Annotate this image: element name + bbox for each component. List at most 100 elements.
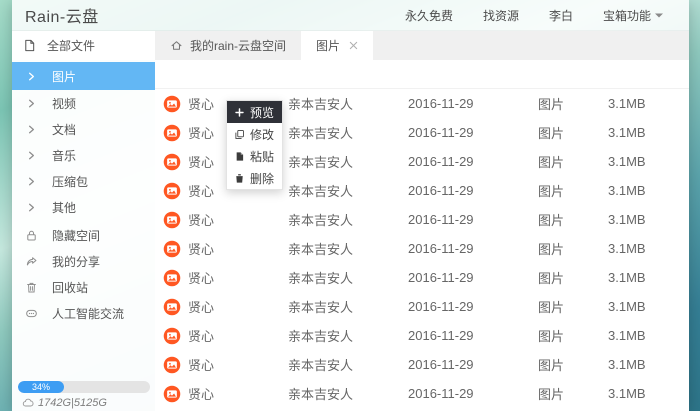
file-modified-time: 2016-11-29: [408, 328, 538, 343]
image-file-icon: [163, 385, 181, 403]
chat-icon: [25, 307, 38, 320]
tab[interactable]: 图片: [301, 31, 373, 60]
sidebar-item[interactable]: 文档: [12, 116, 155, 142]
sidebar-item-label: 音乐: [52, 147, 76, 164]
chevron-right-icon: [25, 123, 38, 136]
file-size: 3.1MB: [608, 183, 689, 198]
share-icon: [25, 255, 38, 268]
file-size: 3.1MB: [608, 299, 689, 314]
file-type: 图片: [538, 297, 608, 316]
image-file-icon: [163, 95, 181, 113]
context-menu: 预览 修改 粘贴 删除: [226, 100, 283, 190]
file-modified-time: 2016-11-29: [408, 96, 538, 111]
table-row[interactable]: 贤心 亲本吉安人 2016-11-29 图片 3.1MB: [155, 292, 689, 321]
file-name: 贤心: [188, 94, 214, 113]
context-menu-item-label: 修改: [250, 126, 274, 143]
top-nav-item[interactable]: 李白: [549, 7, 573, 24]
top-nav-item[interactable]: 宝箱功能: [603, 7, 663, 24]
file-size: 3.1MB: [608, 357, 689, 372]
file-size: 3.1MB: [608, 212, 689, 227]
lock-icon: [25, 229, 38, 242]
tab[interactable]: 我的rain-云盘空间: [155, 31, 301, 60]
file-modified-time: 2016-11-29: [408, 386, 538, 401]
main-panel: 我的rain-云盘空间 图片 贤心 亲本吉安人 2016-11-29 图片 3.…: [155, 31, 689, 411]
chevron-right-icon: [25, 70, 38, 83]
context-menu-item-label: 预览: [250, 104, 274, 121]
chevron-right-icon: [25, 149, 38, 162]
file-name: 贤心: [188, 210, 214, 229]
file-size: 3.1MB: [608, 328, 689, 343]
file-name: 贤心: [188, 123, 214, 142]
sidebar-item[interactable]: 人工智能交流: [12, 300, 155, 326]
storage-progress-fill: 34%: [18, 381, 64, 393]
chevron-right-icon: [25, 97, 38, 110]
table-row[interactable]: 贤心 亲本吉安人 2016-11-29 图片 3.1MB: [155, 234, 689, 263]
image-file-icon: [163, 356, 181, 374]
file-name: 贤心: [188, 239, 214, 258]
table-row[interactable]: 贤心 亲本吉安人 2016-11-29 图片 3.1MB: [155, 350, 689, 379]
sidebar-item[interactable]: 其他: [12, 194, 155, 220]
file-editor: 亲本吉安人: [288, 326, 408, 345]
app-title: Rain-云盘: [25, 3, 99, 27]
file-modified-time: 2016-11-29: [408, 357, 538, 372]
file-editor: 亲本吉安人: [288, 355, 408, 374]
context-menu-item[interactable]: 粘贴: [227, 145, 282, 167]
context-menu-item[interactable]: 修改: [227, 123, 282, 145]
sidebar-item-label: 压缩包: [52, 173, 88, 190]
sidebar-item[interactable]: 视频: [12, 90, 155, 116]
file-editor: 亲本吉安人: [288, 123, 408, 142]
file-modified-time: 2016-11-29: [408, 154, 538, 169]
file-editor: 亲本吉安人: [288, 297, 408, 316]
top-nav: 永久免费 找资源 李白 宝箱功能: [405, 7, 689, 24]
file-name: 贤心: [188, 384, 214, 403]
image-file-icon: [163, 211, 181, 229]
file-modified-time: 2016-11-29: [408, 212, 538, 227]
sidebar-item[interactable]: 我的分享: [12, 248, 155, 274]
image-file-icon: [163, 298, 181, 316]
context-menu-item[interactable]: 删除: [227, 167, 282, 189]
table-row[interactable]: 贤心 亲本吉安人 2016-11-29 图片 3.1MB: [155, 263, 689, 292]
sidebar-item-label: 回收站: [52, 279, 88, 296]
close-icon[interactable]: [349, 41, 358, 50]
file-name: 贤心: [188, 326, 214, 345]
sidebar-item[interactable]: 压缩包: [12, 168, 155, 194]
file-type: 图片: [538, 181, 608, 200]
file-editor: 亲本吉安人: [288, 181, 408, 200]
sidebar-item-label: 我的分享: [52, 253, 100, 270]
file-type: 图片: [538, 94, 608, 113]
table-row[interactable]: 贤心 亲本吉安人 2016-11-29 图片 3.1MB: [155, 205, 689, 234]
sidebar-item-all-files[interactable]: 全部文件: [12, 31, 155, 60]
table-row[interactable]: 贤心 亲本吉安人 2016-11-29 图片 3.1MB: [155, 321, 689, 350]
sidebar-tools: 隐藏空间 我的分享 回收站 人工智能交流: [12, 222, 155, 326]
sidebar-categories: 图片 视频 文档 音乐 压缩包 其他: [12, 62, 155, 220]
all-files-label: 全部文件: [47, 37, 95, 54]
file-type: 图片: [538, 123, 608, 142]
file-type: 图片: [538, 384, 608, 403]
table-row[interactable]: 贤心 亲本吉安人 2016-11-29 图片 3.1MB: [155, 379, 689, 408]
sidebar-item[interactable]: 音乐: [12, 142, 155, 168]
top-nav-item[interactable]: 找资源: [483, 7, 519, 24]
sidebar-item[interactable]: 回收站: [12, 274, 155, 300]
file-type: 图片: [538, 355, 608, 374]
image-file-icon: [163, 240, 181, 258]
tab-label: 图片: [316, 37, 340, 54]
context-menu-item-label: 粘贴: [250, 148, 274, 165]
top-nav-item[interactable]: 永久免费: [405, 7, 453, 24]
sidebar-item-label: 隐藏空间: [52, 227, 100, 244]
storage-progress-bar: 34%: [18, 381, 150, 393]
app-header: Rain-云盘 永久免费 找资源 李白 宝箱功能: [12, 0, 689, 31]
file-name: 贤心: [188, 152, 214, 171]
file-editor: 亲本吉安人: [288, 94, 408, 113]
file-type: 图片: [538, 152, 608, 171]
image-file-icon: [163, 327, 181, 345]
caret-down-icon: [655, 13, 663, 18]
context-menu-item[interactable]: 预览: [227, 101, 282, 123]
chevron-right-icon: [25, 175, 38, 188]
image-file-icon: [163, 182, 181, 200]
file-size: 3.1MB: [608, 241, 689, 256]
storage-usage-label: 1742G|5125G: [38, 397, 107, 409]
sidebar-item[interactable]: 图片: [12, 62, 155, 90]
desktop-wallpaper: Rain-云盘 永久免费 找资源 李白 宝箱功能 全部文件 图片 视频 文档: [0, 0, 700, 411]
file-type: 图片: [538, 268, 608, 287]
sidebar-item[interactable]: 隐藏空间: [12, 222, 155, 248]
